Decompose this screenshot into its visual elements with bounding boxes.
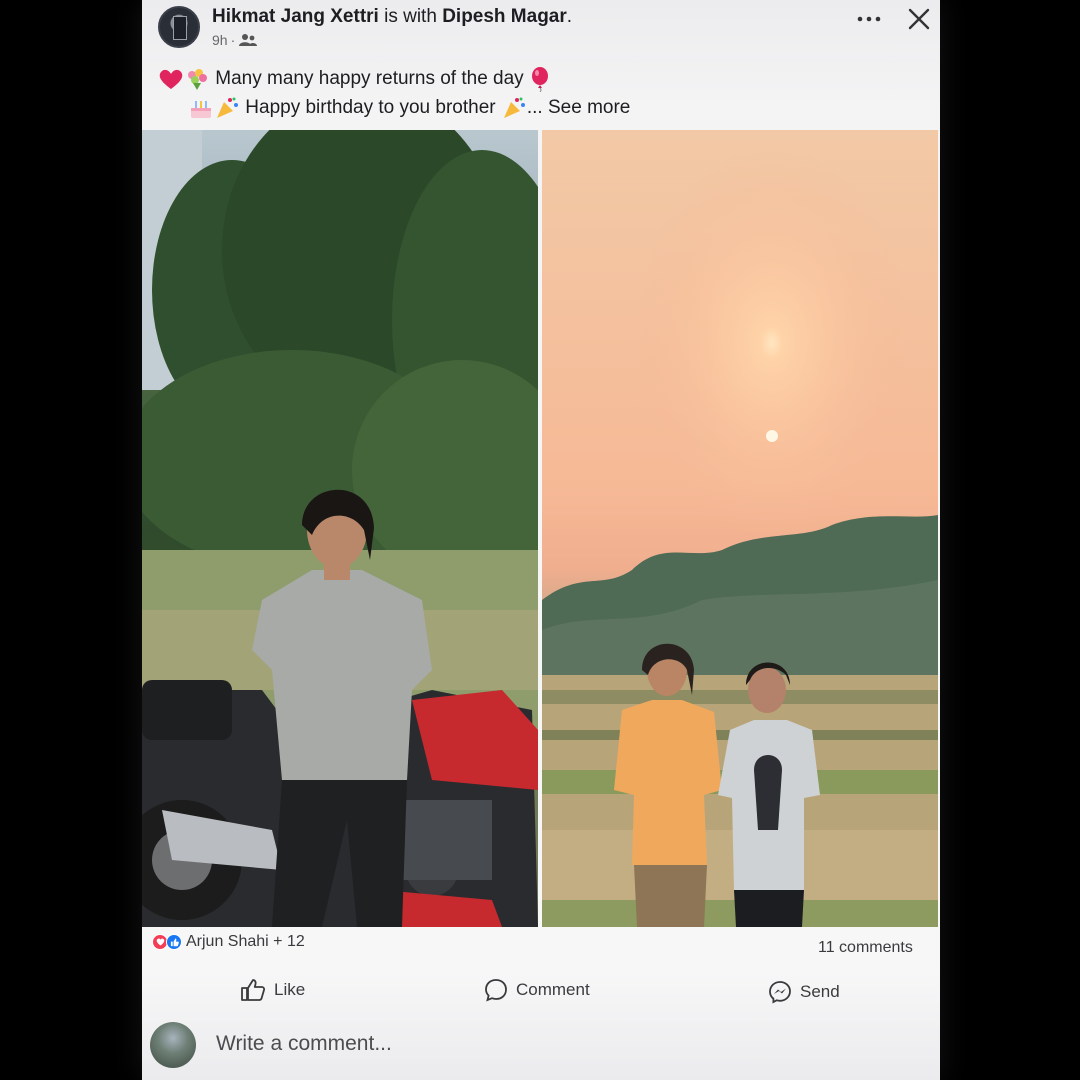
post-caption: Many many happy returns of the day Happy… bbox=[158, 64, 858, 122]
messenger-icon bbox=[769, 981, 791, 1004]
tagged-name[interactable]: Dipesh Magar bbox=[442, 6, 567, 27]
meta-separator: · bbox=[230, 32, 236, 48]
post-photo-left[interactable] bbox=[142, 130, 538, 927]
sunset-photo bbox=[542, 130, 938, 927]
like-label: Like bbox=[274, 980, 306, 999]
comments-count-link[interactable]: 11 comments bbox=[818, 939, 913, 957]
title-period: . bbox=[566, 6, 573, 27]
post-title: Hikmat Jang Xettri is with Dipesh Magar. bbox=[212, 6, 572, 28]
caption-line-1: Many many happy returns of the day bbox=[158, 64, 858, 93]
like-button[interactable]: Like bbox=[240, 975, 305, 1005]
motorcycle-photo bbox=[142, 130, 538, 927]
close-icon[interactable] bbox=[906, 6, 932, 32]
post-photo-right[interactable] bbox=[542, 130, 938, 927]
sun bbox=[766, 430, 778, 442]
see-more-link[interactable]: See more bbox=[548, 97, 630, 118]
post-time[interactable]: 9h bbox=[212, 32, 228, 48]
party-popper-emoji-icon bbox=[503, 97, 525, 118]
balloon-emoji-icon bbox=[531, 66, 548, 92]
user-avatar[interactable] bbox=[150, 1022, 196, 1068]
author-name[interactable]: Hikmat Jang Xettri bbox=[212, 6, 379, 27]
send-label: Send bbox=[800, 982, 840, 1001]
with-text: is with bbox=[384, 6, 437, 27]
friends-icon[interactable] bbox=[238, 33, 258, 47]
comment-button[interactable]: Comment bbox=[484, 975, 590, 1005]
comment-label: Comment bbox=[516, 980, 590, 999]
like-reaction-icon bbox=[166, 934, 182, 950]
comment-input[interactable]: Write a comment... bbox=[216, 1032, 392, 1056]
thumbs-up-icon bbox=[241, 979, 266, 1001]
comment-bubble-icon bbox=[485, 979, 507, 1002]
post-card: Hikmat Jang Xettri is with Dipesh Magar.… bbox=[142, 0, 940, 1080]
post-header: Hikmat Jang Xettri is with Dipesh Magar.… bbox=[142, 0, 940, 60]
cake-emoji-icon bbox=[191, 100, 211, 118]
author-avatar[interactable] bbox=[158, 6, 200, 48]
caption-line-2: Happy birthday to you brother ... See mo… bbox=[158, 93, 858, 122]
post-meta: 9h · bbox=[212, 32, 258, 48]
reactions-label: Arjun Shahi + 12 bbox=[186, 933, 305, 950]
comment-composer: Write a comment... bbox=[142, 1018, 940, 1080]
caption-ellipsis: ... bbox=[526, 97, 543, 118]
more-options-icon[interactable] bbox=[856, 6, 882, 32]
caption-text-2: Happy birthday to you brother bbox=[245, 97, 496, 118]
reactions-summary[interactable]: Arjun Shahi + 12 bbox=[152, 933, 305, 951]
heart-emoji-icon bbox=[159, 69, 183, 89]
caption-text-1: Many many happy returns of the day bbox=[215, 68, 524, 89]
send-button[interactable]: Send bbox=[768, 977, 840, 1007]
bouquet-emoji-icon bbox=[188, 68, 207, 90]
party-popper-emoji-icon bbox=[217, 97, 238, 118]
